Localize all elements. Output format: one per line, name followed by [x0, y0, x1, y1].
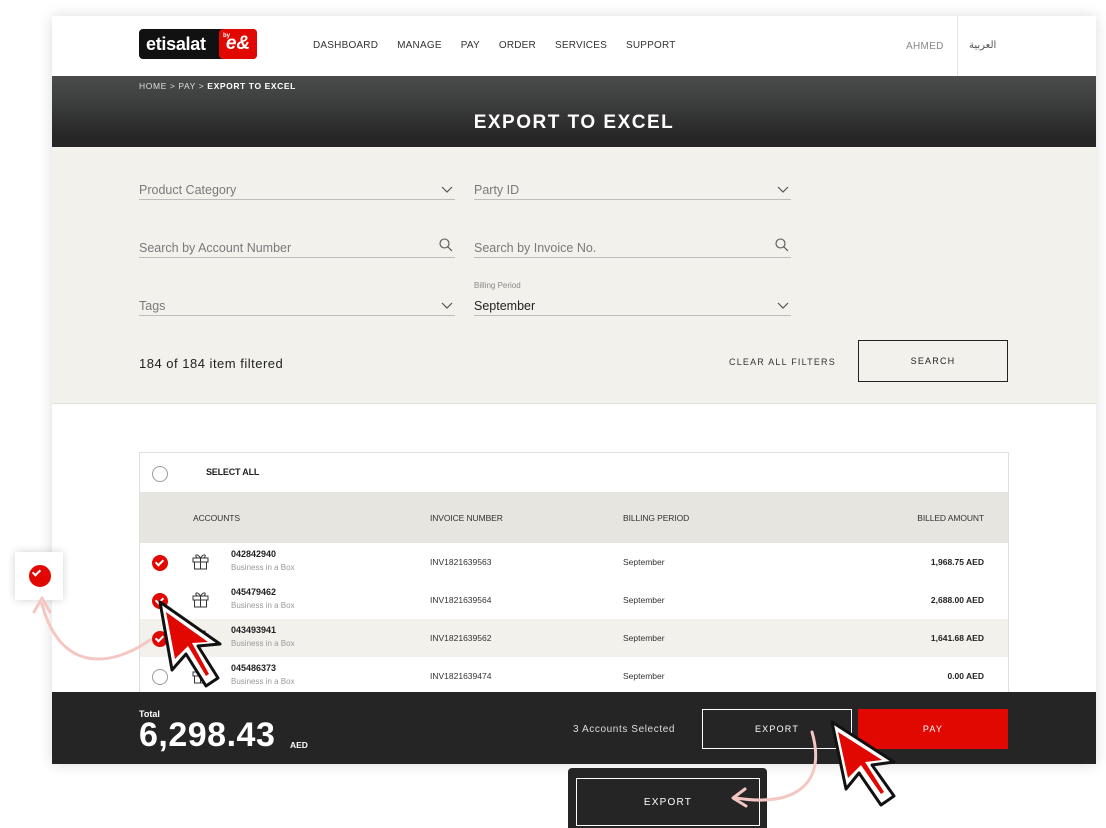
billing-period: September — [623, 671, 665, 681]
clear-filters-link[interactable]: CLEAR ALL FILTERS — [729, 357, 836, 367]
billed-amount: 1,968.75 AED — [930, 557, 984, 567]
breadcrumb-pay[interactable]: PAY > — [178, 81, 204, 91]
page-title: EXPORT TO EXCEL — [473, 112, 675, 133]
invoice-search-input[interactable]: Search by Invoice No. — [474, 235, 791, 258]
column-header-accounts: ACCOUNTS — [193, 513, 240, 523]
billing-period-label: Billing Period — [474, 281, 521, 290]
table-header: ACCOUNTS INVOICE NUMBER BILLING PERIOD B… — [140, 492, 1008, 543]
language-switch[interactable]: العربية — [969, 40, 996, 51]
checkbox-callout — [15, 552, 63, 600]
tags-label: Tags — [139, 299, 166, 313]
party-id-label: Party ID — [474, 183, 520, 197]
table-row[interactable]: 043493941 Business in a Box INV182163956… — [140, 619, 1008, 657]
gift-box-icon — [192, 554, 209, 570]
billing-period: September — [623, 595, 665, 605]
nav-pay[interactable]: PAY — [461, 40, 480, 51]
arrowhead-checkbox — [32, 596, 52, 614]
row-checkbox[interactable] — [152, 593, 168, 609]
breadcrumb-home[interactable]: HOME > — [139, 81, 175, 91]
top-navigation: etisalat by e& DASHBOARD MANAGE PAY ORDER… — [52, 16, 1096, 76]
search-icon[interactable] — [439, 238, 453, 252]
column-header-billed-amount: BILLED AMOUNT — [917, 513, 984, 523]
nav-services[interactable]: SERVICES — [555, 40, 607, 51]
account-type: Business in a Box — [231, 639, 295, 648]
billing-period: September — [623, 557, 665, 567]
account-number: 045486373 — [231, 663, 277, 673]
billing-period-value: September — [474, 299, 536, 313]
export-callout: EXPORT — [568, 768, 767, 828]
page-banner: HOME > PAY > EXPORT TO EXCEL EXPORT TO E… — [52, 76, 1096, 147]
select-all-row[interactable]: SELECT ALL — [140, 453, 1008, 492]
breadcrumb: HOME > PAY > EXPORT TO EXCEL — [139, 81, 296, 91]
breadcrumb-current: EXPORT TO EXCEL — [207, 81, 296, 91]
account-search-input[interactable]: Search by Account Number — [139, 235, 455, 258]
payment-footer: Total 6,298.43 AED 3 Accounts Selected E… — [52, 692, 1096, 764]
user-name[interactable]: AHMED — [906, 41, 944, 52]
billing-period: September — [623, 633, 665, 643]
row-checkbox[interactable] — [152, 631, 168, 647]
search-button[interactable]: SEARCH — [858, 340, 1008, 382]
party-id-select[interactable]: Party ID — [474, 177, 791, 200]
invoice-number: INV1821639562 — [430, 633, 492, 643]
account-type: Business in a Box — [231, 677, 295, 686]
column-header-invoice: INVOICE NUMBER — [430, 513, 503, 523]
logo-badge-by: by — [223, 33, 231, 39]
account-type: Business in a Box — [231, 563, 295, 572]
gift-box-icon — [192, 668, 209, 684]
select-all-label: SELECT ALL — [206, 467, 260, 477]
account-number: 043493941 — [231, 625, 277, 635]
nav-order[interactable]: ORDER — [499, 40, 536, 51]
billed-amount: 1,641.68 AED — [930, 633, 984, 643]
account-type: Business in a Box — [231, 601, 295, 610]
export-callout-button: EXPORT — [576, 778, 760, 826]
select-all-checkbox[interactable] — [152, 466, 168, 482]
row-checkbox[interactable] — [152, 669, 168, 685]
app-window: etisalat by e& DASHBOARD MANAGE PAY ORDER… — [52, 16, 1096, 764]
invoice-number: INV1821639474 — [430, 671, 492, 681]
gift-box-icon — [192, 630, 209, 646]
total-currency: AED — [290, 740, 308, 750]
product-category-label: Product Category — [139, 183, 237, 197]
logo-badge: by e& — [219, 29, 257, 59]
billed-amount: 0.00 AED — [947, 671, 984, 681]
product-category-select[interactable]: Product Category — [139, 177, 455, 200]
checkbox-zoom-icon — [29, 565, 51, 587]
chevron-down-icon — [441, 302, 453, 309]
chevron-down-icon — [441, 186, 453, 193]
account-number: 042842940 — [231, 549, 277, 559]
account-search-placeholder: Search by Account Number — [139, 241, 292, 255]
etisalat-logo[interactable]: etisalat by e& — [139, 29, 257, 59]
nav-manage[interactable]: MANAGE — [397, 40, 442, 51]
gift-box-icon — [192, 592, 209, 608]
table-row[interactable]: 045479462 Business in a Box INV182163956… — [140, 581, 1008, 619]
logo-wordmark: etisalat — [146, 33, 206, 54]
nav-support[interactable]: SUPPORT — [626, 40, 676, 51]
search-icon[interactable] — [775, 238, 789, 252]
selected-count: 3 Accounts Selected — [573, 724, 676, 735]
invoice-search-placeholder: Search by Invoice No. — [474, 241, 597, 255]
billed-amount: 2,688.00 AED — [930, 595, 984, 605]
column-header-billing-period: BILLING PERIOD — [623, 513, 690, 523]
pay-button[interactable]: PAY — [858, 709, 1008, 749]
invoice-number: INV1821639564 — [430, 595, 492, 605]
table-row[interactable]: 045486373 Business in a Box INV182163947… — [140, 657, 1008, 695]
filter-panel: Product Category Party ID Search by Acco… — [52, 147, 1096, 404]
chevron-down-icon — [777, 186, 789, 193]
header-divider — [957, 16, 958, 76]
filter-count: 184 of 184 item filtered — [139, 356, 284, 371]
invoice-number: INV1821639563 — [430, 557, 492, 567]
export-button[interactable]: EXPORT — [702, 709, 852, 749]
row-checkbox[interactable] — [152, 555, 168, 571]
tags-select[interactable]: Tags — [139, 293, 455, 316]
table-row[interactable]: 042842940 Business in a Box INV182163956… — [140, 543, 1008, 581]
nav-dashboard[interactable]: DASHBOARD — [313, 40, 378, 51]
main-nav: DASHBOARD MANAGE PAY ORDER SERVICES SUPP… — [313, 40, 695, 51]
total-amount: 6,298.43 — [139, 716, 276, 754]
account-number: 045479462 — [231, 587, 277, 597]
chevron-down-icon — [777, 302, 789, 309]
billing-period-select[interactable]: Billing Period September — [474, 281, 791, 316]
